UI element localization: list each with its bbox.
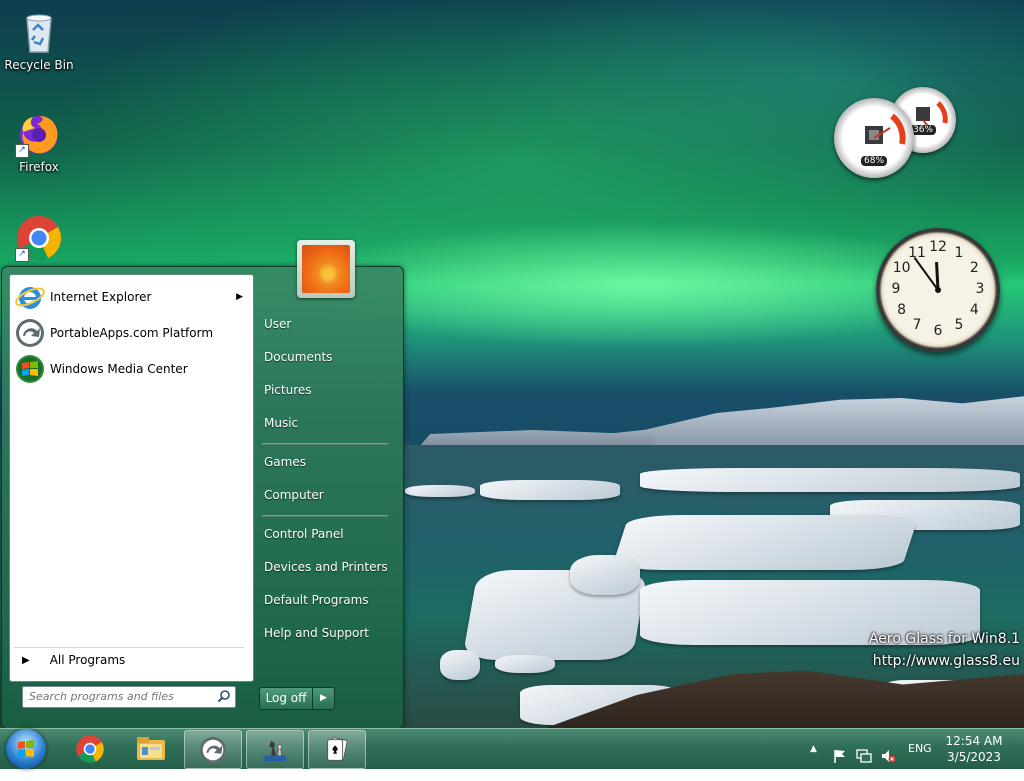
solitaire-icon [327, 736, 348, 761]
wallpaper-ice [480, 480, 620, 500]
network-icon[interactable] [856, 741, 872, 763]
submenu-arrow-icon[interactable]: ▶ [236, 292, 243, 302]
desktop-icon-recycle-bin[interactable]: Recycle Bin [1, 8, 77, 72]
search-input[interactable] [23, 687, 220, 705]
program-windows-media-center[interactable]: Windows Media Center [14, 352, 249, 386]
internet-explorer-icon [14, 281, 46, 313]
start-menu-programs-pane: Internet Explorer ▶ PortableApps.com Pla… [9, 274, 254, 682]
chrome-icon: ↗ [15, 214, 63, 262]
wallpaper-ice [495, 655, 555, 673]
desktop-icon-chrome[interactable]: ↗ [1, 214, 77, 264]
wallpaper-ice [611, 515, 919, 570]
shortcut-arrow-icon: ↗ [15, 248, 29, 262]
all-programs-button[interactable]: ▶ All Programs [14, 647, 244, 672]
log-off-button[interactable]: Log off [260, 688, 313, 709]
start-item-documents[interactable]: Documents [258, 344, 396, 370]
start-item-computer[interactable]: Computer [258, 482, 396, 508]
start-item-control-panel[interactable]: Control Panel [258, 521, 396, 547]
clock-gadget[interactable]: 12 1 2 3 4 5 6 7 8 9 10 11 [876, 228, 1000, 352]
start-item-pictures[interactable]: Pictures [258, 377, 396, 403]
menu-separator [262, 515, 388, 517]
taskbar-clock[interactable]: 12:54 AM 3/5/2023 [944, 733, 1004, 765]
portableapps-icon [14, 317, 46, 349]
taskbar-date: 3/5/2023 [947, 750, 1001, 764]
taskbar-time: 12:54 AM [945, 734, 1003, 748]
recycle-bin-icon [15, 8, 63, 56]
shutdown-options-arrow-icon[interactable]: ▶ [313, 688, 334, 709]
desktop-icon-label: Recycle Bin [4, 58, 74, 72]
program-portableapps[interactable]: PortableApps.com Platform [14, 316, 249, 350]
desktop-icon-firefox[interactable]: ↗ Firefox [1, 110, 77, 174]
file-explorer-icon [137, 736, 165, 760]
taskbar-portableapps-button[interactable] [184, 730, 242, 769]
program-label: PortableApps.com Platform [50, 326, 214, 340]
show-hidden-icons-button[interactable]: ▲ [810, 729, 817, 769]
cpu-percent: 68% [860, 156, 888, 166]
arrow-right-icon: ▶ [22, 654, 30, 666]
chrome-icon [76, 734, 104, 763]
firefox-icon: ↗ [15, 110, 63, 158]
taskbar-file-explorer-button[interactable] [123, 730, 179, 767]
clock-hour-hand [935, 261, 940, 291]
start-item-user[interactable]: User [258, 311, 396, 337]
action-center-flag-icon[interactable] [832, 741, 848, 763]
windows-media-center-icon [14, 353, 46, 385]
program-label: Internet Explorer [50, 290, 152, 304]
start-item-help-and-support[interactable]: Help and Support [258, 620, 396, 646]
wallpaper-ice [570, 555, 640, 595]
start-item-music[interactable]: Music [258, 410, 396, 436]
start-item-default-programs[interactable]: Default Programs [258, 587, 396, 613]
clock-center [935, 287, 941, 293]
start-item-devices-and-printers[interactable]: Devices and Printers [258, 554, 396, 580]
windows-logo-icon [18, 740, 34, 757]
program-label: Windows Media Center [50, 362, 188, 376]
wallpaper-ice [405, 485, 475, 497]
search-icon[interactable] [217, 689, 231, 703]
user-avatar [302, 245, 350, 293]
wallpaper-ice [640, 468, 1020, 492]
start-button[interactable] [6, 729, 46, 769]
wallpaper-ice [440, 650, 480, 680]
portableapps-icon [199, 736, 227, 763]
start-item-games[interactable]: Games [258, 449, 396, 475]
program-internet-explorer[interactable]: Internet Explorer ▶ [14, 280, 249, 314]
clock-minute-hand [913, 257, 939, 291]
taskbar-solitaire-button[interactable] [308, 730, 366, 769]
watermark-title: Aero Glass for Win8.1 [868, 631, 1020, 647]
search-box[interactable] [22, 686, 236, 708]
shortcut-arrow-icon: ↗ [15, 144, 29, 158]
cpu-gauge: 68% [834, 98, 914, 178]
all-programs-label: All Programs [49, 653, 126, 667]
taskbar-chrome-button[interactable] [62, 730, 118, 767]
taskbar: ▲ ENG 12:54 AM 3/5/2023 [0, 728, 1024, 769]
volume-muted-icon[interactable] [880, 741, 896, 763]
user-picture[interactable] [297, 240, 355, 298]
log-off-button-group: Log off ▶ [259, 687, 335, 710]
taskbar-chess-button[interactable] [246, 730, 304, 769]
watermark-url: http://www.glass8.eu [872, 653, 1020, 669]
chess-icon [263, 740, 287, 761]
menu-separator [262, 443, 388, 445]
desktop-icon-label: Firefox [19, 160, 59, 174]
input-language-indicator[interactable]: ENG [908, 729, 932, 769]
